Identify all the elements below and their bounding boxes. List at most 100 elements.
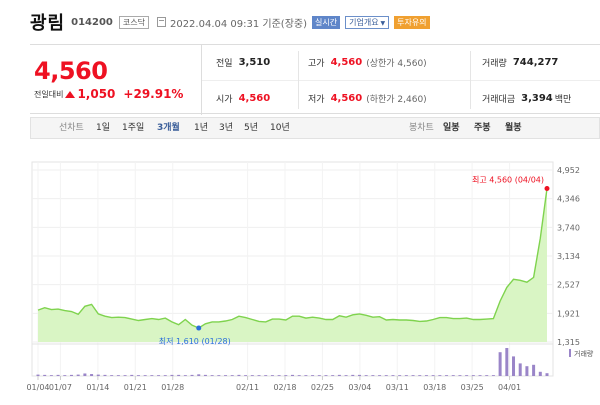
high-cell: 고가 4,560 (상한가 4,560) [308, 55, 427, 69]
x-tick-label: 01/21 [124, 383, 147, 392]
open-cell: 시가 4,560 [216, 91, 270, 105]
high-label: 고가 [308, 58, 325, 69]
high-value: 4,560 [330, 56, 363, 68]
volume-bar [277, 375, 281, 376]
volume-bar [197, 374, 201, 376]
volume-bar [512, 356, 516, 376]
period-10y[interactable]: 10년 [270, 118, 290, 138]
volume-bar [116, 375, 120, 376]
volume-bar [344, 375, 348, 376]
volume-bar [317, 375, 321, 376]
volume-bar [90, 374, 94, 376]
volume-bar [491, 375, 495, 376]
volume-bar [103, 374, 107, 376]
volume-bar [150, 375, 154, 376]
volume-bar [136, 375, 140, 376]
period-5y[interactable]: 5년 [244, 118, 258, 138]
price-summary: 4,560 전일대비 1,050 +29.91% 전일 3,510 시가 4,5… [30, 44, 600, 115]
volume-bar [538, 371, 542, 376]
min-label: 최저 1,610 (01/28) [159, 336, 231, 346]
upper-limit: (상한가 4,560) [366, 58, 427, 69]
volume-bar [210, 375, 214, 376]
volume-legend-swatch [569, 349, 571, 357]
volume-bar [378, 375, 382, 376]
company-info-button[interactable]: 기업개요 ▼ [345, 15, 390, 29]
volume-bar [143, 375, 147, 376]
volume-bar [458, 375, 462, 376]
volume-bar [451, 375, 455, 376]
prev-close-value: 3,510 [238, 56, 271, 68]
volume-bar [545, 373, 549, 376]
volume-bar [76, 374, 80, 376]
candle-monthly[interactable]: 월봉 [505, 118, 522, 138]
volume-bar [418, 375, 422, 376]
volume-bar [485, 375, 489, 376]
period-1w[interactable]: 1주일 [122, 118, 144, 138]
volume-bar [471, 375, 475, 376]
candle-weekly[interactable]: 주봉 [474, 118, 491, 138]
company-info-label: 기업개요 [349, 17, 379, 27]
x-tick-label: 03/04 [348, 383, 371, 392]
prev-close-cell: 전일 3,510 [216, 55, 270, 69]
volume-bar [424, 375, 428, 376]
volume-bar [438, 375, 442, 376]
open-label: 시가 [216, 94, 233, 105]
column-divider [298, 51, 299, 109]
volume-bar [224, 375, 228, 376]
period-3m[interactable]: 3개월 [157, 118, 180, 138]
period-3y[interactable]: 3년 [219, 118, 233, 138]
volume-bar [525, 366, 529, 376]
volume-bar [237, 374, 241, 376]
volume-bar [56, 374, 60, 376]
x-tick-label: 02/11 [236, 383, 259, 392]
volume-bar [183, 375, 187, 376]
max-label: 최고 4,560 (04/04) [472, 175, 544, 185]
period-1y[interactable]: 1년 [194, 118, 208, 138]
volume-bar [331, 375, 335, 376]
prev-close-label: 전일 [216, 58, 233, 69]
volume-bar [110, 375, 114, 376]
volume-bar [244, 375, 248, 376]
change-row: 전일대비 1,050 +29.91% [34, 87, 183, 101]
volume-bar [384, 375, 388, 376]
volume-bar [291, 374, 294, 376]
volume-label: 거래량 [482, 58, 507, 69]
volume-bar [264, 375, 268, 376]
quote-datetime: 2022.04.04 09:31 기준(장중) [169, 18, 308, 30]
amount-cell: 거래대금 3,394 백만 [482, 91, 571, 105]
volume-bar [130, 374, 134, 376]
stock-code: 014200 [71, 16, 113, 28]
low-cell: 저가 4,560 (하한가 2,460) [308, 91, 427, 105]
volume-bar [203, 374, 207, 376]
volume-bar [49, 375, 53, 376]
volume-bar [357, 374, 361, 376]
investment-caution-button[interactable]: 투자유의 [394, 15, 430, 29]
lower-limit: (하한가 2,460) [366, 94, 427, 105]
x-tick-label: 03/18 [423, 383, 446, 392]
x-tick-label: 02/25 [311, 383, 334, 392]
volume-bar [36, 374, 40, 376]
volume-bar [465, 375, 469, 376]
max-marker [544, 186, 550, 192]
min-marker [196, 325, 202, 331]
period-1d[interactable]: 1일 [96, 118, 110, 138]
x-tick-label: 01/04 [26, 383, 49, 392]
y-tick-label: 1,921 [557, 309, 580, 318]
volume-bar [337, 374, 341, 376]
volume-bar [431, 375, 435, 376]
y-tick-label: 1,315 [557, 338, 580, 347]
stock-header: 광림 014200 코스닥 2022.04.04 09:31 기준(장중) 실시… [0, 0, 600, 44]
candle-chart-label: 봉차트 [409, 123, 434, 133]
volume-bar [257, 375, 261, 376]
realtime-button[interactable]: 실시간 [312, 15, 341, 29]
volume-bar [371, 375, 375, 376]
x-tick-label: 04/01 [498, 383, 521, 392]
volume-bar [391, 375, 395, 376]
volume-bar [398, 375, 402, 376]
volume-bar [190, 374, 194, 376]
change-label: 전일대비 [34, 89, 64, 99]
row-divider [202, 80, 600, 81]
candle-daily[interactable]: 일봉 [443, 118, 460, 138]
volume-legend-label: 거래량 [574, 349, 594, 358]
volume-bar [170, 374, 174, 376]
